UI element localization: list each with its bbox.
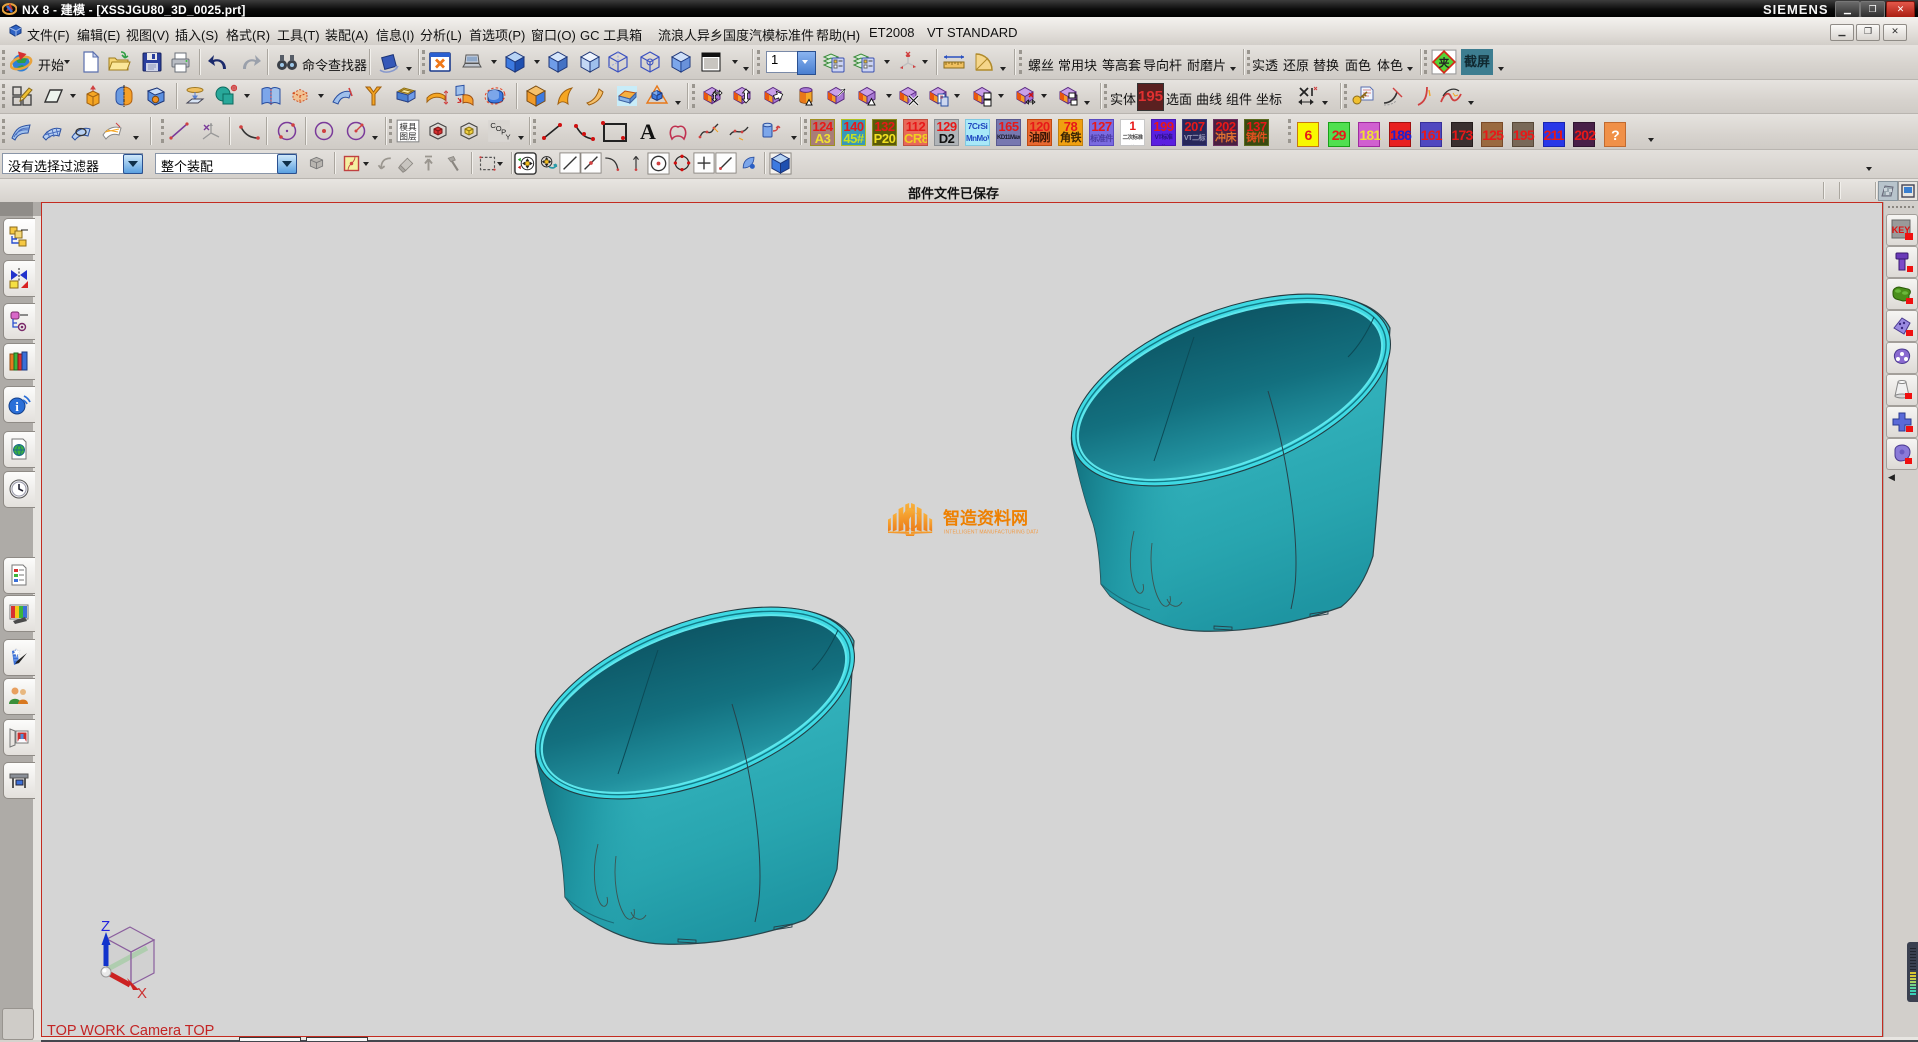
svg-text:A: A [640,119,656,143]
svg-text:模具: 模具 [399,122,417,132]
svg-text:i: i [15,399,19,414]
svg-text:X: X [137,985,147,1002]
svg-text:夹: 夹 [1439,55,1450,69]
svg-text:INTELLIGENT MANUFACTURING DATA: INTELLIGENT MANUFACTURING DATA [944,530,1038,536]
svg-text:Y: Y [506,133,511,142]
svg-text:图层: 图层 [399,132,417,142]
svg-text:智造资料网: 智造资料网 [943,508,1028,528]
svg-text:Z: Z [101,918,110,935]
